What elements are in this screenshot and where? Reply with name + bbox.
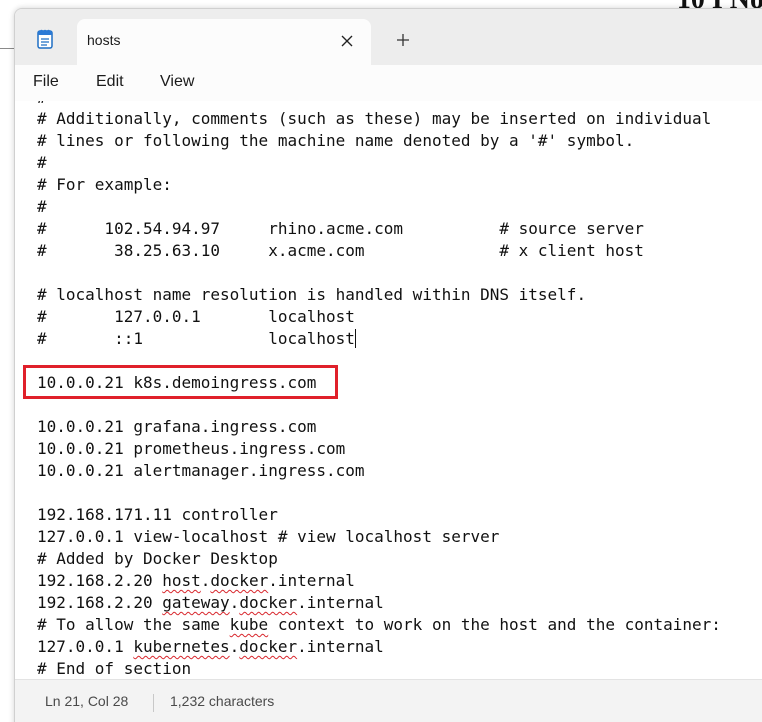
misspelled-word[interactable]: docker <box>239 637 297 656</box>
editor-line: # <box>37 197 47 216</box>
tab-title: hosts <box>87 32 121 48</box>
status-bar: Ln 21, Col 28 1,232 characters <box>15 679 762 722</box>
editor-line: 10.0.0.21 prometheus.ingress.com <box>37 439 346 458</box>
menu-bar: File Edit View <box>15 65 762 101</box>
menu-view[interactable]: View <box>160 73 194 91</box>
cursor-position: Ln 21, Col 28 <box>45 693 129 709</box>
editor-line: # <box>37 153 47 172</box>
editor-line: # For example: <box>37 175 172 194</box>
misspelled-word[interactable]: docker <box>239 593 297 612</box>
menu-edit[interactable]: Edit <box>96 73 124 91</box>
editor-line: # Added by Docker Desktop <box>37 549 278 568</box>
editor-line: 192.168.171.11 controller <box>37 505 278 524</box>
editor-line: # 127.0.0.1 localhost <box>37 307 355 326</box>
menu-file[interactable]: File <box>33 73 59 91</box>
editor-line-spellcheck: # To allow the same kube context to work… <box>37 615 721 634</box>
status-divider <box>153 694 154 712</box>
close-icon[interactable] <box>339 33 355 49</box>
highlight-annotation-box <box>23 365 338 399</box>
editor-line: 10.0.0.21 grafana.ingress.com <box>37 417 317 436</box>
editor-line-text: # ::1 localhost <box>37 329 355 348</box>
text-caret <box>354 329 356 348</box>
editor-line-with-caret: # ::1 localhost <box>37 328 356 350</box>
editor-line-spellcheck: 192.168.2.20 host.docker.internal <box>37 571 355 590</box>
editor-line: # 38.25.63.10 x.acme.com # x client host <box>37 241 644 260</box>
misspelled-word[interactable]: kube <box>230 615 269 634</box>
notepad-app-icon <box>37 29 53 49</box>
editor-line: # lines or following the machine name de… <box>37 131 635 150</box>
editor-line: 127.0.0.1 view-localhost # view localhos… <box>37 527 500 546</box>
editor-line: 10.0.0.21 alertmanager.ingress.com <box>37 461 365 480</box>
editor-line: # Additionally, comments (such as these)… <box>37 109 712 128</box>
editor-line: # End of section <box>37 659 192 678</box>
misspelled-word[interactable]: gateway <box>162 593 229 612</box>
tab-strip: hosts <box>15 9 762 65</box>
background-divider <box>0 48 14 49</box>
misspelled-word[interactable]: kubernetes <box>133 637 229 656</box>
notepad-window: hosts File Edit View # # Additionally, c… <box>14 8 762 722</box>
editor-line: # localhost name resolution is handled w… <box>37 285 587 304</box>
character-count: 1,232 characters <box>170 693 275 709</box>
editor-line: # 102.54.94.97 rhino.acme.com # source s… <box>37 219 644 238</box>
misspelled-word[interactable]: docker <box>210 571 268 590</box>
tab-hosts[interactable]: hosts <box>77 19 371 65</box>
editor-line-spellcheck: 192.168.2.20 gateway.docker.internal <box>37 593 384 612</box>
editor-line-spellcheck: 127.0.0.1 kubernetes.docker.internal <box>37 637 384 656</box>
misspelled-word[interactable]: host <box>162 571 201 590</box>
plus-icon[interactable] <box>395 32 411 48</box>
text-editor[interactable]: # # Additionally, comments (such as thes… <box>15 101 762 679</box>
